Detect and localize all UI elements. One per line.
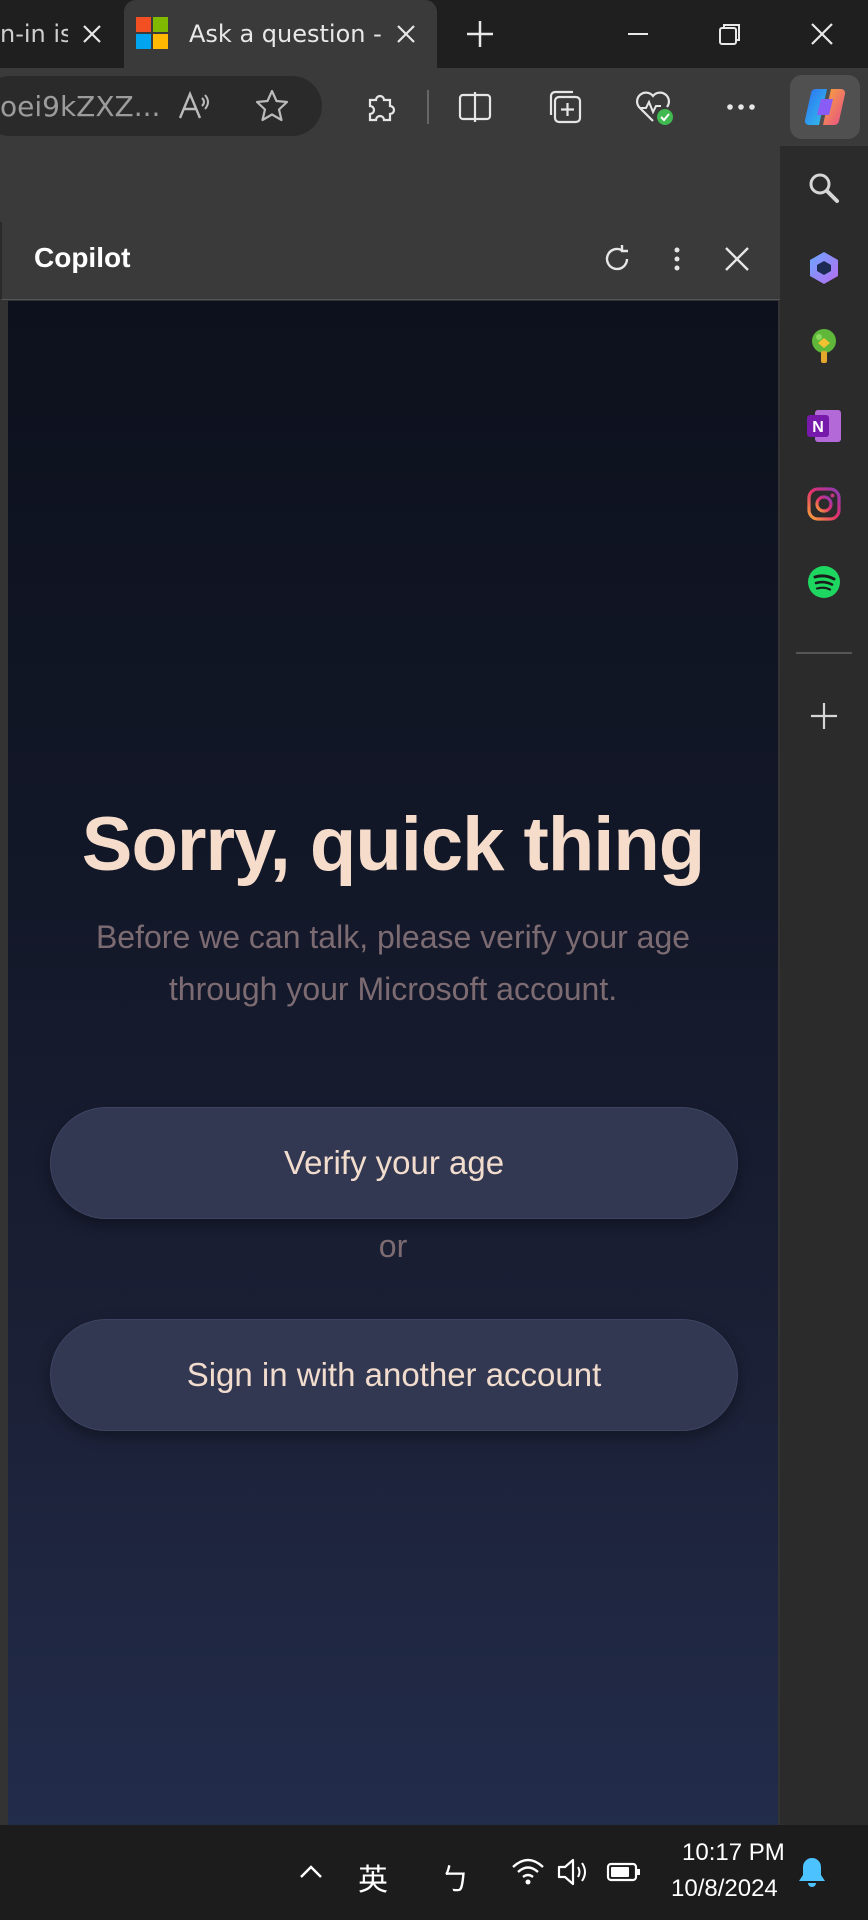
- collections-icon[interactable]: [546, 88, 584, 126]
- browser-toolbar: oei9kZXZ...: [0, 68, 868, 146]
- restore-icon[interactable]: [718, 22, 742, 46]
- tab-inactive[interactable]: n-in iss: [0, 0, 118, 68]
- age-verify-message-line: Before we can talk, please verify your a…: [95, 919, 691, 955]
- age-verify-message-line: through your Microsoft account.: [168, 971, 618, 1007]
- age-verify-message: Before we can talk, please verify your a…: [48, 911, 738, 1015]
- copilot-pane-body: Sorry, quick thing Before we can talk, p…: [8, 301, 778, 1825]
- close-window-icon[interactable]: [810, 22, 834, 46]
- ime-mode-indicator[interactable]: ㄅ: [440, 1855, 470, 1899]
- pane-more-icon[interactable]: [662, 242, 692, 276]
- copilot-button[interactable]: [790, 75, 860, 139]
- sidebar-divider: [796, 652, 852, 654]
- show-hidden-icons-chevron-icon[interactable]: [296, 1857, 326, 1887]
- pane-title: Copilot: [34, 242, 131, 273]
- sign-in-another-account-button[interactable]: Sign in with another account: [50, 1319, 738, 1431]
- microsoft-logo-icon: [136, 17, 168, 49]
- svg-text:N: N: [812, 419, 824, 436]
- spotify-icon[interactable]: [800, 558, 848, 606]
- more-options-icon[interactable]: [722, 88, 760, 126]
- close-icon[interactable]: [394, 22, 418, 46]
- minimize-icon[interactable]: [626, 22, 650, 46]
- verify-age-button[interactable]: Verify your age: [50, 1107, 738, 1219]
- new-tab-icon[interactable]: [464, 18, 496, 50]
- refresh-icon[interactable]: [600, 242, 634, 276]
- tab-label: Ask a question - M: [189, 20, 389, 48]
- extensions-icon[interactable]: [362, 88, 400, 126]
- search-icon[interactable]: [800, 164, 848, 212]
- onenote-icon[interactable]: N: [800, 402, 848, 450]
- clock-date[interactable]: 10/8/2024: [671, 1875, 778, 1903]
- tab-strip: n-in iss Ask a question - M: [0, 0, 868, 68]
- tab-active[interactable]: Ask a question - M: [124, 0, 437, 68]
- copilot-logo-icon: [801, 83, 849, 131]
- tab-label: n-in iss: [0, 20, 68, 48]
- pane-close-icon[interactable]: [720, 242, 754, 276]
- instagram-icon[interactable]: [800, 480, 848, 528]
- close-icon[interactable]: [80, 22, 104, 46]
- favorite-star-icon[interactable]: [254, 88, 290, 124]
- games-icon[interactable]: [800, 322, 848, 370]
- windows-taskbar: 英 ㄅ 10:17 PM 10/8/2024: [0, 1825, 868, 1920]
- clock-time[interactable]: 10:17 PM: [682, 1839, 785, 1867]
- add-sidebar-app-icon[interactable]: [800, 692, 848, 740]
- address-text: oei9kZXZ...: [0, 90, 161, 123]
- notification-bell-icon[interactable]: [796, 1855, 828, 1889]
- age-verify-heading: Sorry, quick thing: [81, 802, 705, 887]
- browser-essentials-icon[interactable]: [634, 88, 676, 128]
- read-aloud-icon[interactable]: [176, 88, 212, 124]
- copilot-pane-header: Copilot: [0, 222, 780, 300]
- copilot-sidebar-icon[interactable]: [800, 244, 848, 292]
- or-separator: or: [378, 1228, 408, 1264]
- volume-icon[interactable]: [556, 1855, 592, 1889]
- split-screen-icon[interactable]: [456, 88, 494, 126]
- page-content-strip: [0, 146, 780, 222]
- address-bar[interactable]: oei9kZXZ...: [0, 76, 322, 136]
- copilot-pane: Copilot Sorry, quick thing Before we can…: [0, 222, 780, 1825]
- edge-sidebar: N: [780, 146, 868, 1825]
- wifi-icon[interactable]: [510, 1855, 546, 1889]
- battery-icon[interactable]: [606, 1857, 642, 1887]
- ime-language-indicator[interactable]: 英: [358, 1855, 388, 1899]
- toolbar-divider: [427, 90, 429, 124]
